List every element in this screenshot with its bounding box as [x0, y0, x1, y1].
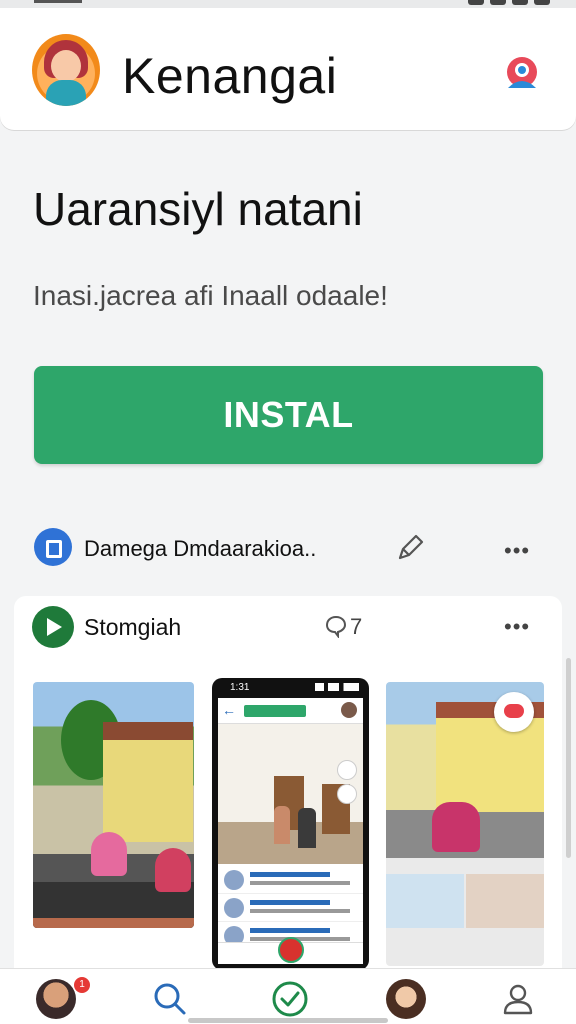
post-card: Stomgiah 7 ••• 1:31 ← — [14, 596, 562, 976]
developer-row[interactable]: Damega Dmdaarakioa.. ••• — [0, 520, 576, 576]
signal-icon — [315, 683, 359, 691]
person-icon[interactable] — [498, 979, 538, 1019]
pencil-icon[interactable] — [394, 530, 428, 564]
phone-app-title — [244, 705, 306, 717]
account-switch-icon — [494, 692, 534, 732]
status-time — [34, 0, 82, 3]
settings-icon — [337, 760, 357, 780]
scrollbar[interactable] — [566, 658, 571, 858]
comment-icon[interactable] — [324, 614, 348, 638]
screenshot-street[interactable] — [33, 682, 194, 928]
comment-count: 7 — [350, 614, 363, 639]
page-title: Uaransiyl natani — [33, 183, 363, 235]
app-title: Kenangai — [122, 48, 338, 104]
notification-badge: 1 — [74, 977, 90, 993]
list-item — [218, 894, 363, 922]
status-icons — [468, 0, 550, 6]
house-photo — [218, 724, 363, 864]
account-switch-icon[interactable] — [502, 54, 542, 94]
screenshot-phone[interactable]: 1:31 ← — [212, 678, 369, 970]
list-item — [218, 866, 363, 894]
bottom-navigation: 1 — [0, 968, 576, 1024]
search-icon[interactable] — [150, 979, 190, 1019]
check-circle-icon[interactable] — [270, 979, 310, 1019]
developer-icon — [34, 528, 72, 566]
more-options-icon[interactable]: ••• — [504, 538, 530, 564]
app-logo-icon — [32, 34, 100, 106]
lock-icon — [337, 784, 357, 804]
developer-name[interactable]: Damega Dmdaarakioa.. — [84, 536, 316, 562]
phone-time: 1:31 — [230, 682, 250, 693]
avatar[interactable] — [36, 979, 76, 1019]
channel-icon — [32, 606, 74, 648]
more-options-icon[interactable]: ••• — [504, 614, 530, 640]
back-arrow-icon: ← — [222, 702, 236, 718]
home-indicator[interactable] — [188, 1018, 388, 1023]
page-subtitle: Inasi.jacrea afi Inaall odaale! — [33, 280, 388, 311]
channel-name[interactable]: Stomgiah — [84, 614, 181, 640]
avatar — [341, 702, 357, 718]
install-button[interactable]: INSTAL — [34, 366, 543, 464]
screenshot-village[interactable] — [386, 682, 544, 966]
profile-photo[interactable] — [386, 979, 426, 1019]
record-icon — [278, 937, 304, 963]
app-header: Kenangai — [0, 8, 576, 130]
